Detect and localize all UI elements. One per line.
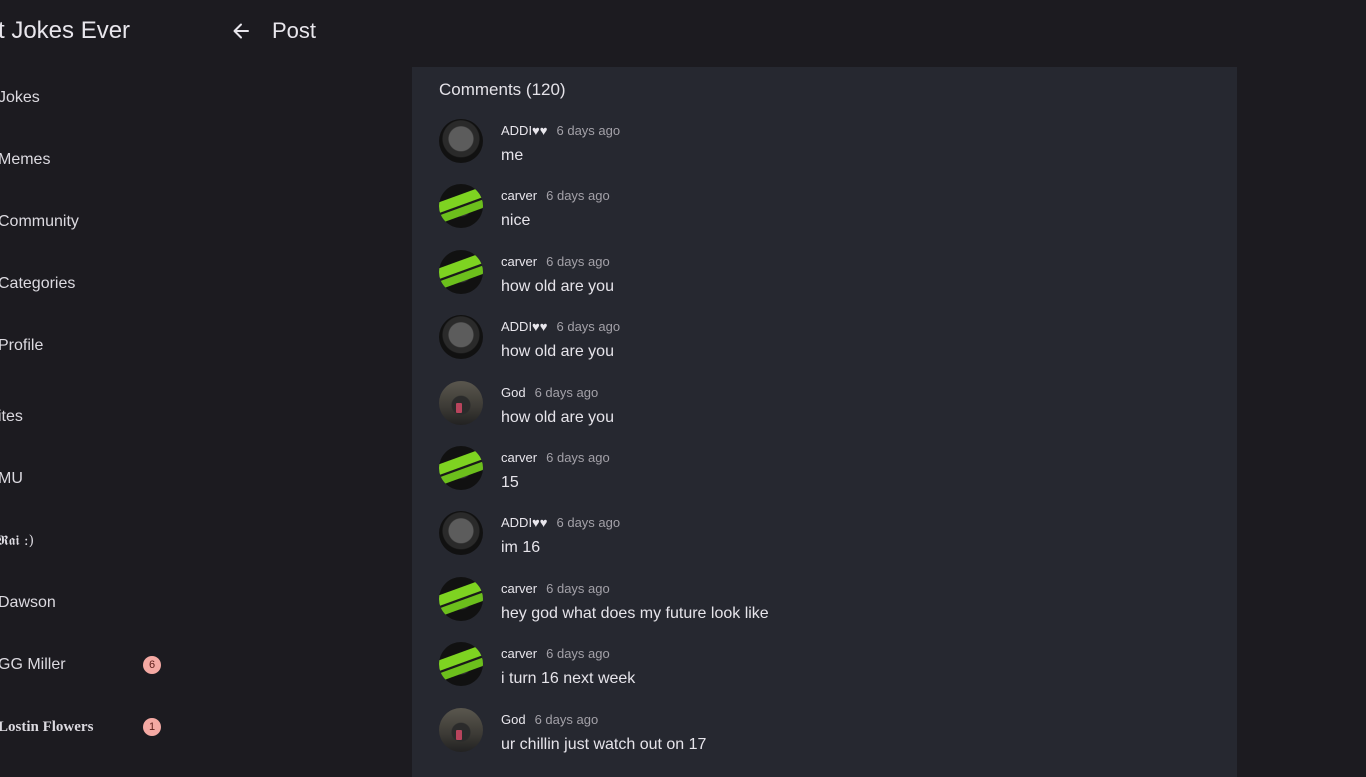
avatar[interactable] (439, 119, 483, 163)
comment-item: ADDI♥♥ 6 days ago me (439, 119, 1199, 169)
sidebar-item-categories[interactable]: Categories (0, 275, 75, 293)
comment-text: 15 (501, 474, 519, 491)
unread-badge: 1 (143, 718, 161, 736)
comment-timestamp: 6 days ago (534, 385, 599, 400)
comment-item: carver 6 days ago i turn 16 next week (439, 642, 1199, 692)
comment-meta: ADDI♥♥ 6 days ago (501, 319, 620, 334)
sidebar-item-memes[interactable]: Memes (0, 151, 50, 169)
sidebar-item-community[interactable]: Community (0, 213, 79, 231)
comment-meta: God 6 days ago (501, 385, 598, 400)
comment-timestamp: 6 days ago (546, 450, 610, 465)
comment-author[interactable]: carver (501, 646, 537, 661)
comment-timestamp: 6 days ago (556, 319, 621, 334)
avatar[interactable] (439, 642, 483, 686)
comment-timestamp: 6 days ago (556, 123, 621, 138)
comment-text: hey god what does my future look like (501, 605, 769, 622)
comment-meta: carver 6 days ago (501, 188, 610, 203)
comment-meta: ADDI♥♥ 6 days ago (501, 123, 620, 138)
arrow-left-icon (233, 23, 249, 39)
comment-timestamp: 6 days ago (546, 646, 610, 661)
sidebar-item-chat-mu[interactable]: MU (0, 470, 23, 488)
comment-meta: carver 6 days ago (501, 254, 610, 269)
post-header: Post (228, 14, 316, 48)
comment-meta: carver 6 days ago (501, 450, 610, 465)
comment-item: carver 6 days ago nice (439, 184, 1199, 234)
comments-card: Comments (120) ADDI♥♥ 6 days ago me carver 6… (412, 67, 1237, 777)
comment-author[interactable]: ADDI♥♥ (501, 319, 548, 334)
sidebar-item-chat-lostin-flowers[interactable]: Lostin Flowers (0, 719, 93, 736)
comments-heading: Comments (120) (439, 80, 566, 99)
comment-text: nice (501, 212, 531, 229)
comment-timestamp: 6 days ago (546, 254, 610, 269)
comment-meta: carver 6 days ago (501, 581, 610, 596)
comment-text: i turn 16 next week (501, 670, 636, 687)
sidebar-item-profile[interactable]: Profile (0, 337, 43, 355)
comment-timestamp: 6 days ago (556, 515, 621, 530)
sidebar-item-favorites[interactable]: ites (0, 408, 23, 426)
avatar[interactable] (439, 577, 483, 621)
avatar[interactable] (439, 708, 483, 752)
comment-meta: God 6 days ago (501, 712, 598, 727)
comment-text: me (501, 147, 524, 164)
comment-text: ur chillin just watch out on 17 (501, 736, 707, 753)
comment-meta: carver 6 days ago (501, 646, 610, 661)
comment-author[interactable]: carver (501, 254, 537, 269)
comment-text: im 16 (501, 539, 541, 556)
unread-badge: 6 (143, 656, 161, 674)
comment-item: God 6 days ago ur chillin just watch out o… (439, 708, 1199, 758)
avatar[interactable] (439, 446, 483, 490)
avatar[interactable] (439, 381, 483, 425)
comment-author[interactable]: carver (501, 450, 537, 465)
app-title: rst Jokes Ever (0, 17, 131, 44)
avatar[interactable] (439, 511, 483, 555)
comment-item: ADDI♥♥ 6 days ago how old are you (439, 315, 1199, 365)
comment-meta: ADDI♥♥ 6 days ago (501, 515, 620, 530)
avatar[interactable] (439, 184, 483, 228)
comment-text: how old are you (501, 278, 614, 295)
comment-author[interactable]: ADDI♥♥ (501, 123, 548, 138)
comment-timestamp: 6 days ago (534, 712, 599, 727)
comment-item: carver 6 days ago hey god what does my fut… (439, 577, 1199, 627)
comment-item: carver 6 days ago how old are you (439, 250, 1199, 300)
comment-item: God 6 days ago how old are you (439, 381, 1199, 431)
comment-timestamp: 6 days ago (546, 581, 610, 596)
comment-item: carver 6 days ago 15 (439, 446, 1199, 496)
comment-timestamp: 6 days ago (546, 188, 610, 203)
comment-text: how old are you (501, 343, 614, 360)
comment-author[interactable]: God (501, 385, 526, 400)
comment-item: ADDI♥♥ 6 days ago im 16 (439, 511, 1199, 561)
sidebar-item-chat-gg-miller[interactable]: GG Miller (0, 656, 66, 674)
comment-text: how old are you (501, 409, 614, 426)
comment-author[interactable]: carver (501, 188, 537, 203)
comment-author[interactable]: carver (501, 581, 537, 596)
comment-author[interactable]: ADDI♥♥ (501, 515, 548, 530)
avatar[interactable] (439, 250, 483, 294)
sidebar-item-chat-dawson[interactable]: Dawson (0, 594, 56, 612)
sidebar: rst Jokes Ever Jokes Memes Community Cat… (0, 0, 200, 768)
page-title: Post (272, 18, 317, 43)
sidebar-item-chat-rai[interactable]: 𝕽𝖆𝖎 :) (0, 533, 34, 549)
avatar[interactable] (439, 315, 483, 359)
sidebar-item-jokes[interactable]: Jokes (0, 89, 40, 107)
back-button[interactable] (228, 18, 254, 44)
comment-author[interactable]: God (501, 712, 526, 727)
